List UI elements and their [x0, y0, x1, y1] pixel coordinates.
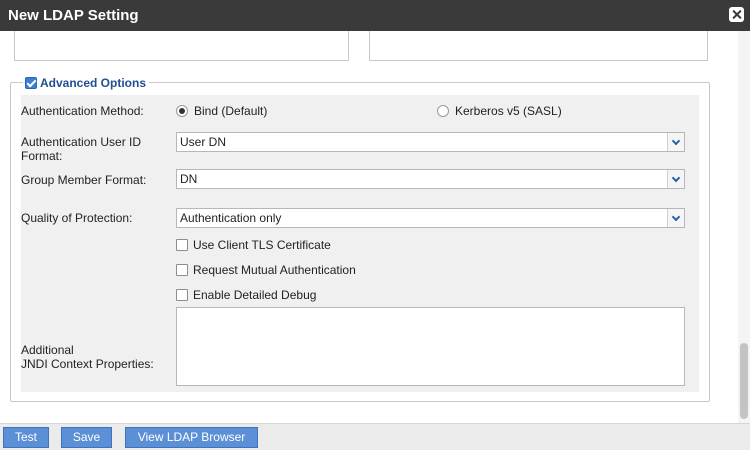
jndi-label-line1: Additional: [21, 343, 74, 357]
advanced-options-checkbox[interactable]: [25, 77, 37, 89]
dialog-content: Advanced Options Authentication Method: …: [0, 31, 738, 423]
group-member-format-select[interactable]: DN: [176, 169, 685, 189]
dialog-titlebar: New LDAP Setting: [0, 0, 750, 31]
user-id-format-label-line1: Authentication User ID: [21, 135, 142, 149]
user-id-format-select[interactable]: User DN: [176, 132, 685, 152]
use-client-tls-checkbox[interactable]: Use Client TLS Certificate: [176, 238, 331, 252]
request-mutual-auth-checkbox[interactable]: Request Mutual Authentication: [176, 263, 356, 277]
jndi-label: Additional JNDI Context Properties:: [21, 343, 154, 371]
advanced-options-label: Advanced Options: [40, 76, 147, 90]
view-ldap-browser-button[interactable]: View LDAP Browser: [125, 427, 258, 448]
dialog-footer: Test Save View LDAP Browser: [0, 423, 750, 450]
jndi-properties-textarea[interactable]: [176, 307, 685, 386]
scrollbar[interactable]: [738, 31, 750, 423]
dialog-title: New LDAP Setting: [8, 7, 139, 24]
scrollbar-thumb[interactable]: [740, 343, 748, 419]
group-member-format-label: Group Member Format:: [21, 173, 147, 187]
checkbox-icon[interactable]: [176, 239, 188, 251]
chevron-down-icon[interactable]: [667, 170, 684, 188]
user-id-format-value: User DN: [180, 135, 227, 149]
advanced-options-legend[interactable]: Advanced Options: [23, 76, 150, 90]
radio-kerberos-label: Kerberos v5 (SASL): [455, 104, 562, 118]
enable-debug-checkbox[interactable]: Enable Detailed Debug: [176, 288, 316, 302]
checkbox-icon[interactable]: [176, 264, 188, 276]
radio-bind-default[interactable]: Bind (Default): [176, 104, 267, 118]
upper-textarea-left[interactable]: [14, 31, 349, 61]
qop-select[interactable]: Authentication only: [176, 208, 685, 228]
chevron-down-icon[interactable]: [667, 133, 684, 151]
save-button[interactable]: Save: [61, 427, 112, 448]
test-button[interactable]: Test: [3, 427, 49, 448]
radio-unselected-icon[interactable]: [437, 105, 449, 117]
radio-kerberos[interactable]: Kerberos v5 (SASL): [437, 104, 562, 118]
chevron-down-icon[interactable]: [667, 209, 684, 227]
auth-method-label: Authentication Method:: [21, 104, 144, 118]
request-mutual-auth-label: Request Mutual Authentication: [193, 263, 356, 277]
qop-value: Authentication only: [180, 211, 282, 225]
close-icon[interactable]: [729, 7, 744, 22]
user-id-format-label: Authentication User ID Format:: [21, 135, 141, 163]
use-client-tls-label: Use Client TLS Certificate: [193, 238, 331, 252]
qop-label: Quality of Protection:: [21, 211, 133, 225]
group-member-format-value: DN: [180, 172, 198, 186]
upper-textarea-right[interactable]: [369, 31, 708, 61]
radio-bind-label: Bind (Default): [194, 104, 268, 118]
enable-debug-label: Enable Detailed Debug: [193, 288, 317, 302]
jndi-label-line2: JNDI Context Properties:: [21, 357, 154, 371]
checkbox-icon[interactable]: [176, 289, 188, 301]
radio-selected-icon[interactable]: [176, 105, 188, 117]
user-id-format-label-line2: Format:: [21, 149, 63, 163]
